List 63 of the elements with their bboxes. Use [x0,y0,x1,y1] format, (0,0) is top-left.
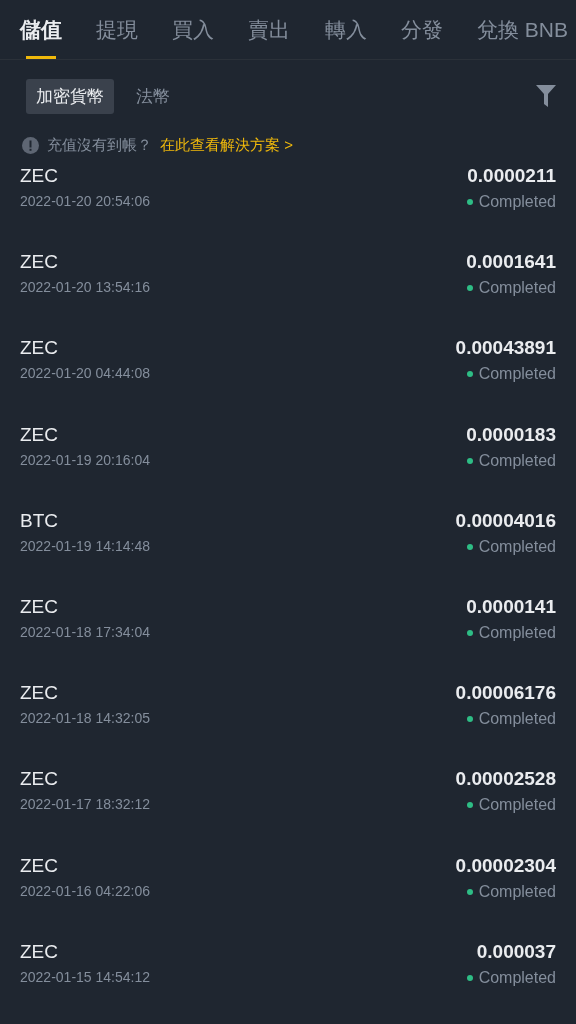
coin-name: ZEC [20,251,58,274]
record-amount: 0.00006176 [455,682,556,705]
record-status: Completed [478,279,556,298]
record-amount: 0.00043891 [455,337,556,360]
record-status: Completed [478,537,556,556]
status-dot [466,802,473,809]
coin-name: BTC [20,509,58,532]
status-dot [466,199,473,205]
solution-link[interactable]: 在此查看解決方案 > [160,135,293,155]
coin-name: ZEC [20,337,58,360]
record-time: 2022-01-18 17:34:04 [20,623,150,640]
coin-name: ZEC [20,165,58,187]
record-time: 2022-01-17 18:32:12 [20,796,150,813]
record-status: Completed [478,968,556,987]
record-amount: 0.0000211 [467,165,556,187]
record-status: Completed [478,193,556,211]
record-time: 2022-01-20 20:54:06 [20,193,150,209]
record-amount: 0.0001641 [466,251,556,274]
status-dot [466,629,473,636]
record-time: 2022-01-20 04:44:08 [20,365,150,382]
record-amount: 0.00002304 [455,854,556,877]
status-dot [466,888,473,895]
status-dot [466,371,473,378]
status-dot [466,716,473,723]
coin-name: ZEC [20,423,58,446]
record-time: 2022-01-19 20:16:04 [20,451,150,468]
tab[interactable]: 兌換 BNB [476,0,568,59]
status-dot [466,543,473,550]
record-status: Completed [478,882,556,901]
record-time: 2022-01-19 14:14:48 [20,537,150,554]
tab[interactable]: 分發 [400,0,443,59]
record-status: Completed [478,365,556,384]
record-time: 2022-01-16 04:22:06 [20,882,150,899]
filter-tab[interactable]: 法幣 [126,78,180,114]
record-amount: 0.000037 [476,940,556,963]
status-dot [466,285,473,292]
record-status: Completed [478,623,556,642]
info-icon [22,136,39,154]
tab[interactable]: 儲值 [20,0,62,59]
tab[interactable]: 買入 [172,0,215,59]
record-status: Completed [478,710,556,729]
tab[interactable]: 提現 [96,0,139,59]
coin-name: ZEC [20,854,58,877]
record-status: Completed [478,451,556,470]
filter-tab[interactable]: 加密貨幣 [26,78,114,114]
record-amount: 0.00002528 [455,768,556,791]
record-time: 2022-01-15 14:54:12 [20,968,150,985]
record-status: Completed [478,796,556,815]
record-time: 2022-01-18 14:32:05 [20,710,150,727]
coin-name: ZEC [20,682,58,705]
filter-icon[interactable] [536,85,556,107]
record-amount: 0.00004016 [455,509,556,532]
record-amount: 0.0000141 [466,595,556,618]
coin-name: ZEC [20,940,58,963]
coin-name: ZEC [20,595,58,618]
status-dot [466,974,473,981]
status-dot [466,457,473,464]
tab[interactable]: 轉入 [324,0,367,59]
notice-text: 充值沒有到帳？ [47,135,152,155]
tab[interactable]: 賣出 [248,0,291,59]
record-amount: 0.0000183 [466,423,556,446]
record-time: 2022-01-20 13:54:16 [20,279,150,296]
coin-name: ZEC [20,768,58,791]
